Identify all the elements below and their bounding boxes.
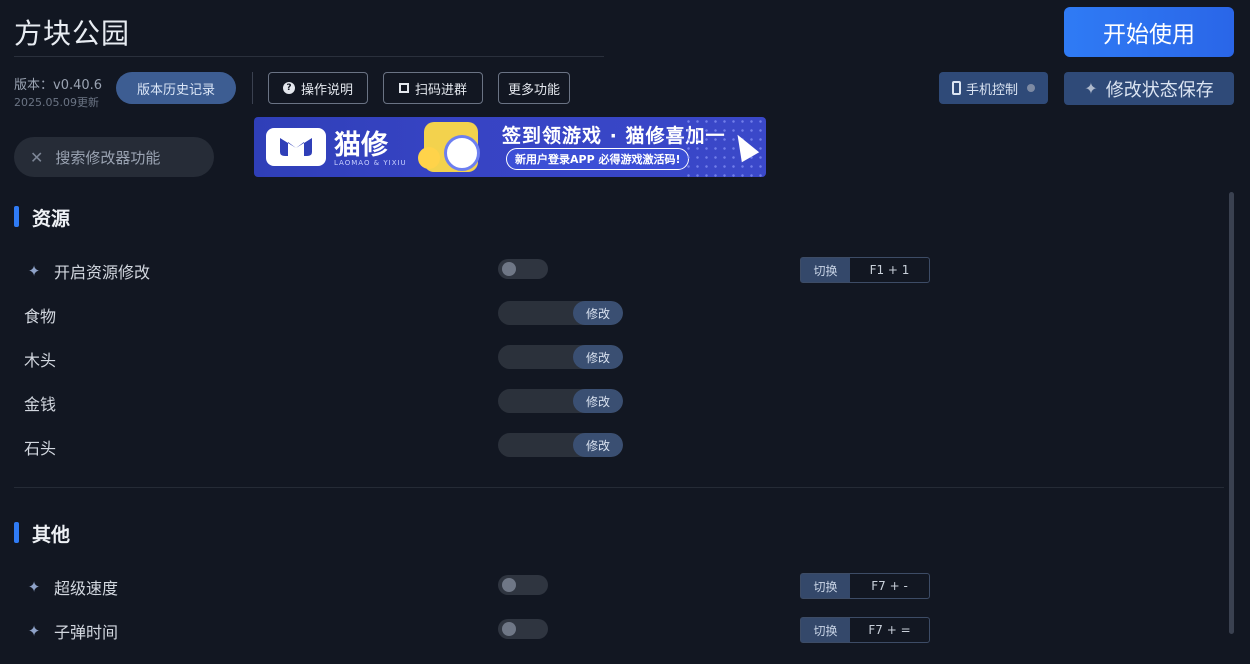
toggle-knob bbox=[502, 622, 516, 636]
row-label: 石头 bbox=[24, 439, 57, 458]
money-slider[interactable]: 修改 bbox=[498, 389, 623, 413]
row-label: 木头 bbox=[24, 351, 57, 370]
clock-illustration bbox=[444, 135, 480, 171]
phone-icon bbox=[951, 81, 961, 95]
section-marker bbox=[14, 206, 19, 227]
modify-button[interactable]: 修改 bbox=[573, 433, 623, 457]
section-divider bbox=[14, 487, 1224, 488]
save-label: 修改状态保存 bbox=[1105, 79, 1214, 101]
app-title: 方块公园 bbox=[14, 17, 131, 50]
banner-brand: 猫修 bbox=[334, 130, 388, 161]
hotkey-action: 切换 bbox=[801, 258, 850, 282]
search-input[interactable]: ✕ 搜索修改器功能 bbox=[14, 137, 214, 177]
stone-slider[interactable]: 修改 bbox=[498, 433, 623, 457]
sparkle-icon: ✦ bbox=[27, 262, 41, 280]
manual-label: 操作说明 bbox=[300, 82, 353, 98]
toggle-knob bbox=[502, 578, 516, 592]
title-underline bbox=[14, 56, 604, 57]
hotkey-action: 切换 bbox=[801, 574, 850, 598]
modify-button[interactable]: 修改 bbox=[573, 389, 623, 413]
row-label-text: 子弹时间 bbox=[54, 623, 119, 642]
section-title-resources: 资源 bbox=[32, 208, 71, 230]
food-slider[interactable]: 修改 bbox=[498, 301, 623, 325]
start-button[interactable]: 开始使用 bbox=[1064, 7, 1234, 57]
qrcode-icon bbox=[398, 83, 409, 93]
hotkey-action: 切换 bbox=[801, 618, 850, 642]
sparkle-icon: ✦ bbox=[27, 622, 41, 640]
wood-slider[interactable]: 修改 bbox=[498, 345, 623, 369]
scrollbar[interactable] bbox=[1229, 192, 1234, 634]
row-label: ✦ 开启资源修改 bbox=[24, 259, 150, 283]
hotkey-keys: F7 + - bbox=[871, 579, 908, 593]
row-label: ✦ 子弹时间 bbox=[24, 619, 118, 643]
sparkle-icon: ✦ bbox=[1084, 79, 1098, 98]
banner-subline: 新用户登录APP 必得游戏激活码! bbox=[506, 148, 690, 170]
more-features-button[interactable]: 更多功能 bbox=[498, 72, 570, 104]
version-text: 版本：v0.40.6 bbox=[14, 78, 103, 93]
sparkle-icon: ✦ bbox=[27, 578, 41, 596]
header-divider bbox=[252, 72, 253, 104]
hotkey-bullet-time[interactable]: 切换 F7 + = bbox=[800, 617, 930, 643]
manual-button[interactable]: ? 操作说明 bbox=[268, 72, 368, 104]
row-label-text: 开启资源修改 bbox=[54, 263, 151, 282]
section-title-other: 其他 bbox=[32, 524, 71, 546]
row-label: 食物 bbox=[24, 307, 57, 326]
info-dot-icon bbox=[1027, 84, 1035, 92]
banner-brand-sub: LAOMAO & YIXIU bbox=[334, 159, 407, 167]
search-placeholder: 搜索修改器功能 bbox=[55, 148, 161, 167]
modify-button[interactable]: 修改 bbox=[573, 345, 623, 369]
phone-control-button[interactable]: 手机控制 bbox=[939, 72, 1048, 104]
section-marker bbox=[14, 522, 19, 543]
modify-button[interactable]: 修改 bbox=[573, 301, 623, 325]
promo-banner[interactable]: 猫修 LAOMAO & YIXIU 签到领游戏 · 猫修喜加一 新用户登录APP… bbox=[254, 117, 766, 177]
hotkey-speed[interactable]: 切换 F7 + - bbox=[800, 573, 930, 599]
brand-logo-icon bbox=[266, 128, 326, 166]
row-label: 金钱 bbox=[24, 395, 57, 414]
hotkey-keys: F1 + 1 bbox=[869, 263, 910, 277]
scan-group-button[interactable]: 扫码进群 bbox=[383, 72, 483, 104]
emoji-illustration bbox=[418, 147, 440, 169]
hotkey-resource[interactable]: 切换 F1 + 1 bbox=[800, 257, 930, 283]
bullet-time-toggle[interactable] bbox=[498, 619, 548, 639]
speed-toggle[interactable] bbox=[498, 575, 548, 595]
version-info: 版本：v0.40.6 2025.05.09更新 bbox=[14, 74, 102, 110]
help-icon: ? bbox=[282, 82, 295, 94]
update-date: 2025.05.09更新 bbox=[14, 96, 99, 109]
toggle-knob bbox=[502, 262, 516, 276]
phone-label: 手机控制 bbox=[965, 82, 1018, 98]
version-history-button[interactable]: 版本历史记录 bbox=[116, 72, 236, 104]
scan-label: 扫码进群 bbox=[414, 82, 467, 98]
save-state-button[interactable]: ✦ 修改状态保存 bbox=[1064, 72, 1234, 105]
resource-toggle[interactable] bbox=[498, 259, 548, 279]
row-label: ✦ 超级速度 bbox=[24, 575, 118, 599]
hotkey-keys: F7 + = bbox=[868, 623, 911, 637]
row-label-text: 超级速度 bbox=[54, 579, 119, 598]
wrench-icon: ✕ bbox=[30, 147, 44, 167]
